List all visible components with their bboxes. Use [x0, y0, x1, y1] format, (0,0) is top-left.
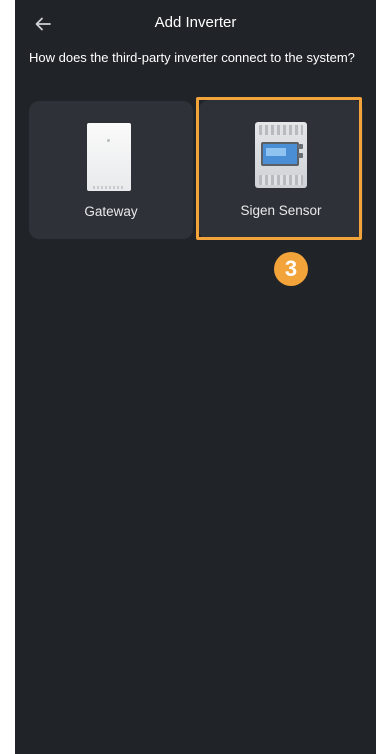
gateway-option-label: Gateway: [84, 204, 138, 219]
connection-question: How does the third-party inverter connec…: [29, 50, 355, 65]
sigen-sensor-device-icon: [255, 122, 307, 188]
app-screen: Add Inverter How does the third-party in…: [15, 0, 376, 754]
sigen-sensor-option-label: Sigen Sensor: [240, 203, 322, 218]
sigen-sensor-option-card[interactable]: Sigen Sensor: [199, 100, 363, 240]
page-title: Add Inverter: [154, 14, 237, 31]
header-bar: Add Inverter: [15, 0, 376, 46]
step-number-badge: 3: [274, 252, 308, 286]
gateway-device-icon: [87, 123, 131, 191]
gateway-option-card[interactable]: Gateway: [29, 101, 193, 239]
